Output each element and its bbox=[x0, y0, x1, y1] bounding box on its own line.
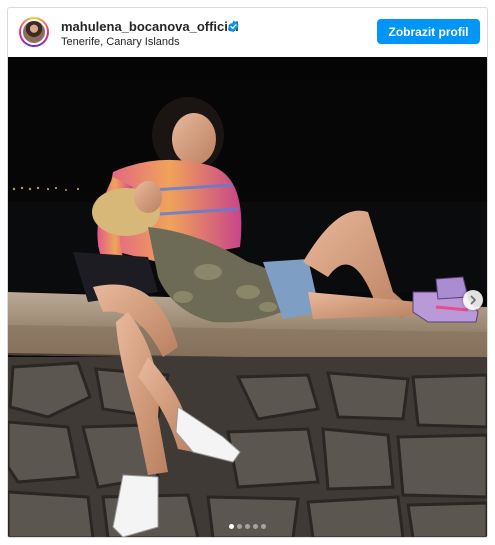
view-profile-button[interactable]: Zobrazit profil bbox=[377, 19, 480, 44]
photo-illustration bbox=[8, 57, 487, 537]
carousel-indicator bbox=[8, 524, 487, 529]
carousel-next-button[interactable] bbox=[463, 290, 483, 310]
location-link[interactable]: Tenerife, Canary Islands bbox=[61, 36, 180, 48]
carousel-dot bbox=[237, 524, 242, 529]
username[interactable]: mahulena_bocanova_official bbox=[61, 19, 239, 34]
verified-badge-icon bbox=[228, 20, 239, 33]
carousel-dot bbox=[245, 524, 250, 529]
post-photo[interactable] bbox=[8, 57, 487, 537]
avatar-image bbox=[21, 19, 47, 45]
avatar[interactable] bbox=[19, 17, 49, 47]
carousel-dot bbox=[229, 524, 234, 529]
instagram-post-card: mahulena_bocanova_official Tenerife, Can… bbox=[7, 7, 488, 538]
post-header: mahulena_bocanova_official Tenerife, Can… bbox=[8, 8, 487, 58]
carousel-dot bbox=[253, 524, 258, 529]
carousel-dot bbox=[261, 524, 266, 529]
chevron-right-icon bbox=[470, 295, 476, 305]
